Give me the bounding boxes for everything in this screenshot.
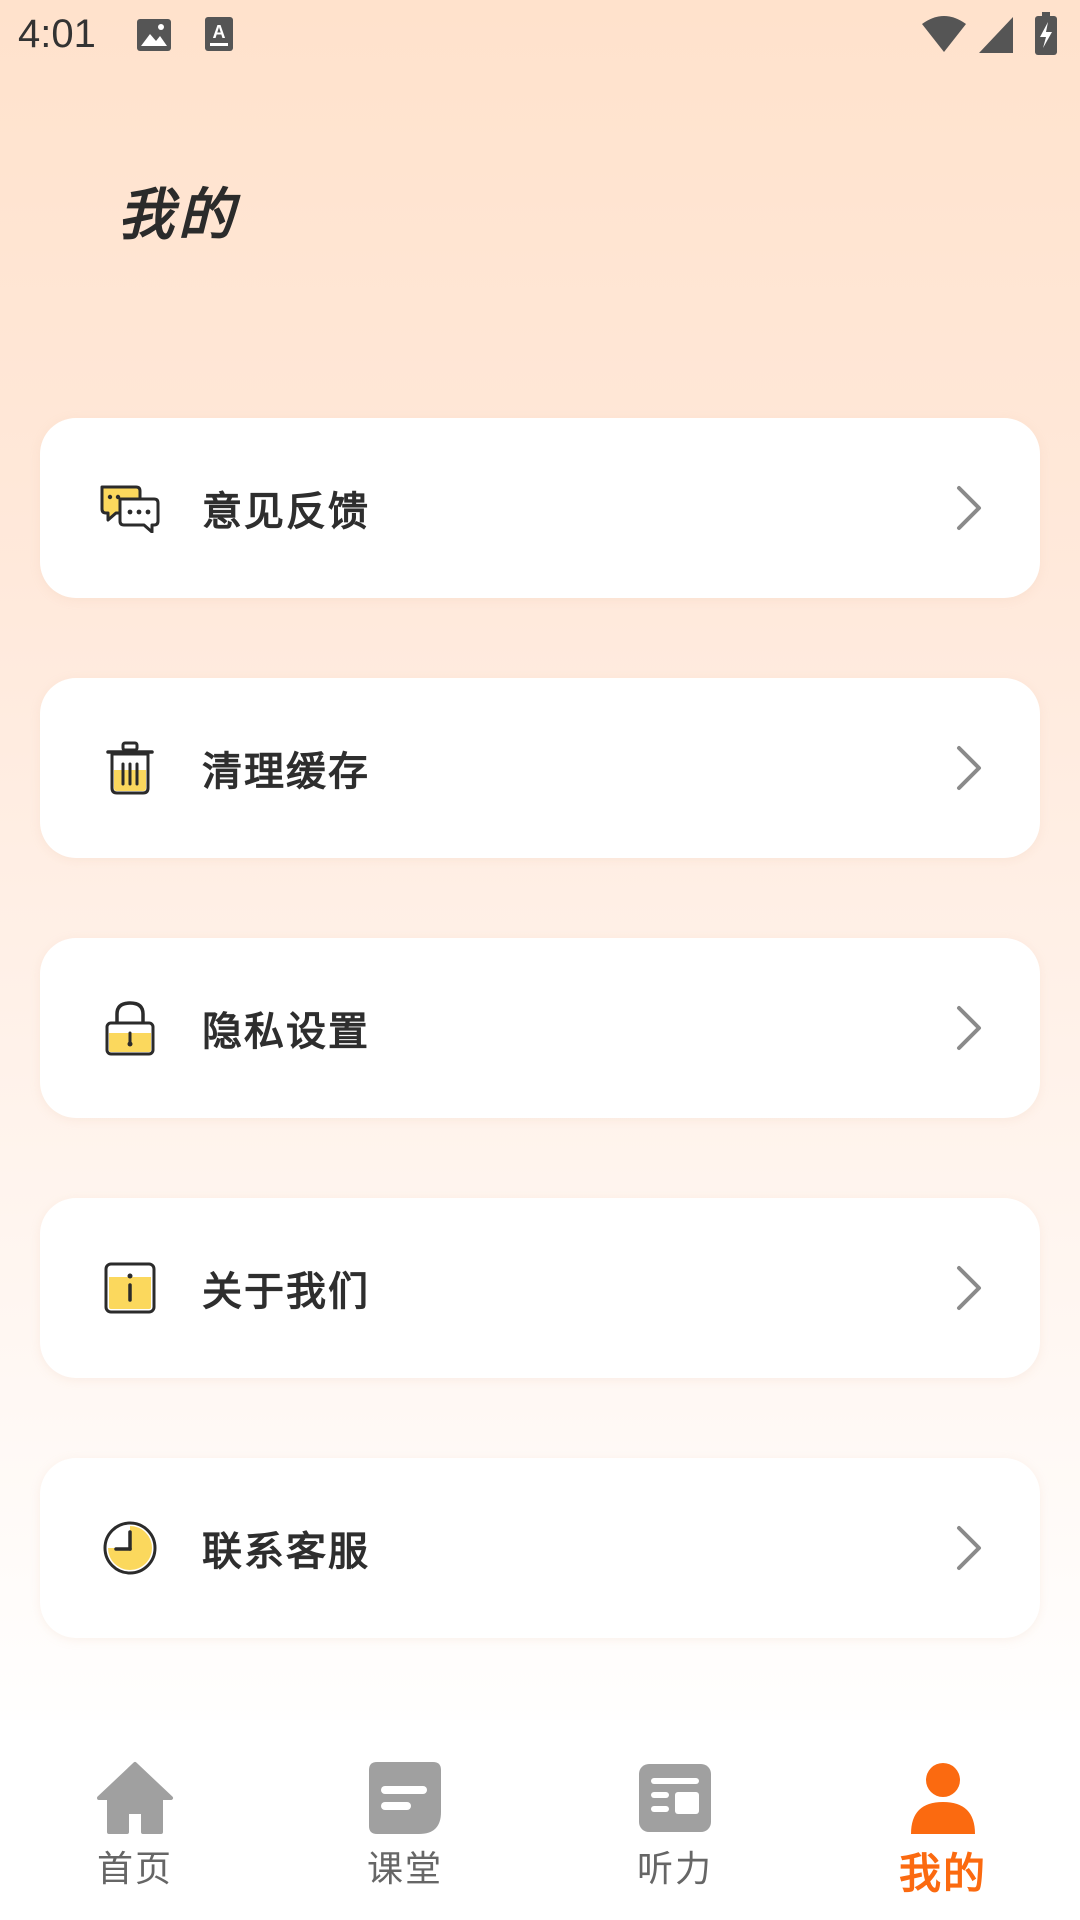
image-icon [136, 18, 172, 56]
chevron-right-icon [954, 1004, 984, 1052]
status-time: 4:01 [18, 12, 96, 56]
clock-service-icon [98, 1516, 162, 1580]
nav-tab-profile[interactable]: 我的 [863, 1760, 1023, 1910]
chevron-right-icon [954, 484, 984, 532]
nav-label: 课堂 [366, 1849, 443, 1890]
nav-label: 听力 [636, 1849, 713, 1890]
svg-text:A: A [213, 22, 226, 42]
classroom-icon [365, 1760, 445, 1836]
menu-item-clear-cache[interactable]: 清理缓存 [40, 678, 1040, 858]
info-icon [98, 1256, 162, 1320]
menu-item-about[interactable]: 关于我们 [40, 1198, 1040, 1378]
menu-item-label: 清理缓存 [202, 749, 370, 795]
menu-item-label: 联系客服 [202, 1529, 370, 1575]
nav-label: 我的 [898, 1849, 987, 1898]
feedback-chat-icon [98, 476, 162, 540]
menu-item-label: 关于我们 [202, 1269, 370, 1315]
chevron-right-icon [954, 744, 984, 792]
trash-icon [98, 736, 162, 800]
menu-item-label: 隐私设置 [202, 1009, 370, 1055]
status-bar: 4:01 A [0, 0, 1080, 72]
nav-tab-classroom[interactable]: 课堂 [325, 1760, 485, 1910]
profile-icon [903, 1760, 983, 1836]
menu-item-privacy[interactable]: 隐私设置 [40, 938, 1040, 1118]
wifi-icon [920, 14, 968, 58]
listening-icon [635, 1760, 715, 1836]
keyboard-a-icon: A [204, 16, 234, 56]
chevron-right-icon [954, 1264, 984, 1312]
menu-list: 意见反馈 清理缓存 隐私设置 关于我们 联系客服 [40, 418, 1040, 1718]
nav-label: 首页 [96, 1849, 173, 1890]
home-icon [95, 1760, 175, 1836]
lock-icon [98, 996, 162, 1060]
menu-item-label: 意见反馈 [202, 489, 370, 535]
nav-tab-listening[interactable]: 听力 [595, 1760, 755, 1910]
signal-icon [978, 16, 1014, 58]
menu-item-contact-service[interactable]: 联系客服 [40, 1458, 1040, 1638]
chevron-right-icon [954, 1524, 984, 1572]
bottom-nav: 首页 课堂 听力 我的 [0, 1720, 1080, 1920]
menu-item-feedback[interactable]: 意见反馈 [40, 418, 1040, 598]
battery-charging-icon [1034, 12, 1058, 60]
page-title: 我的 [118, 183, 238, 248]
nav-tab-home[interactable]: 首页 [55, 1760, 215, 1910]
profile-screen: 4:01 A 我的 意见反馈 清理缓存 隐私设置 关于我们 联系客服 首页 课堂… [0, 0, 1080, 1920]
